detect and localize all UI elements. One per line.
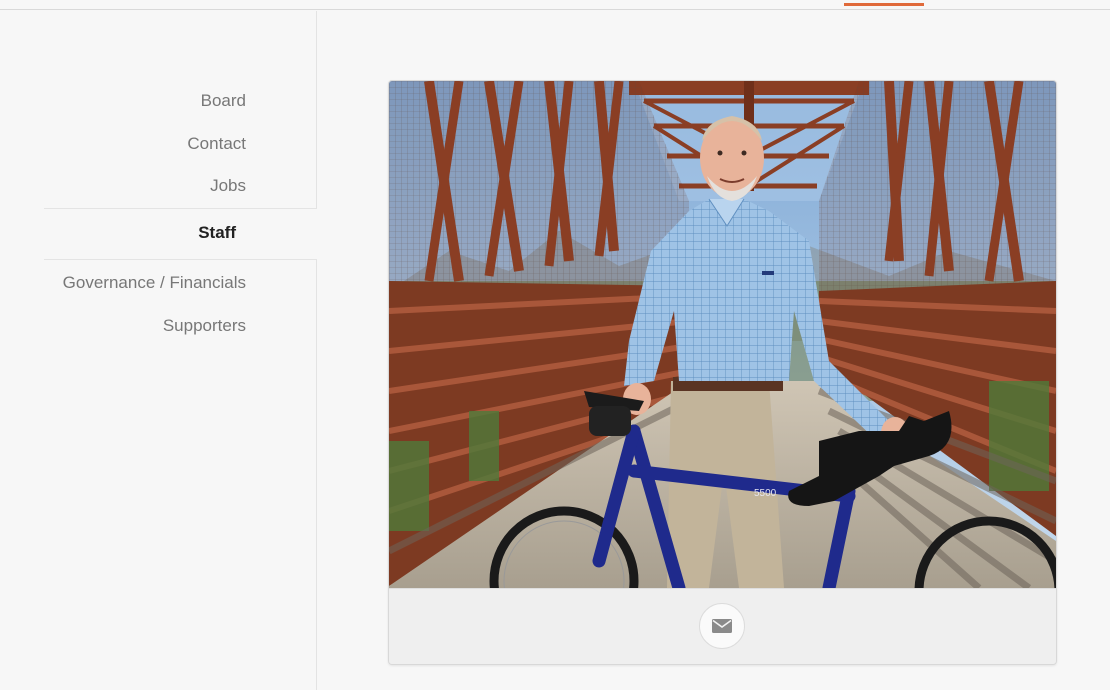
staff-card-footer [389,588,1056,664]
sidebar-nav: Board Contact Jobs Staff Governance / Fi… [0,11,317,690]
staff-card: 5500 [388,80,1057,665]
email-icon [712,619,732,633]
sidebar-item-supporters[interactable]: Supporters [163,316,246,336]
sidebar-item-staff[interactable]: Staff [198,223,236,243]
sidebar-item-jobs[interactable]: Jobs [210,176,246,196]
sidebar-item-contact[interactable]: Contact [187,134,246,154]
email-button[interactable] [699,603,745,649]
sidebar-item-board[interactable]: Board [201,91,246,111]
staff-photo-illustration: 5500 [389,81,1056,588]
top-nav-bar [0,0,1110,10]
bike-brand-label: 5500 [754,488,777,499]
sidebar-active-band [44,208,317,260]
top-nav-active-indicator [844,3,924,6]
sidebar-item-governance-financials[interactable]: Governance / Financials [63,273,246,293]
staff-photo: 5500 [389,81,1056,588]
